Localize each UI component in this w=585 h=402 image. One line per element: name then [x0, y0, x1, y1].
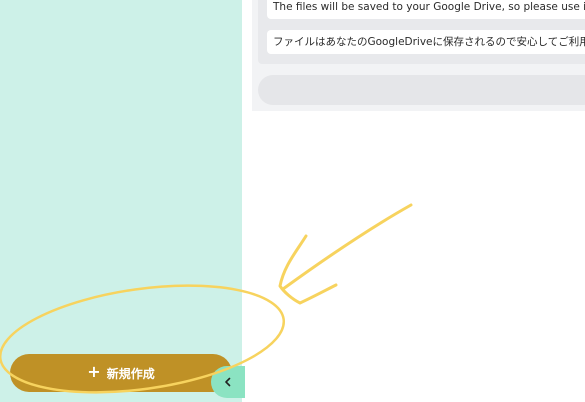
new-create-button[interactable]: + 新規作成	[10, 354, 232, 392]
app-window: + 新規作成 The files will be saved to your G…	[0, 0, 585, 402]
message-text-japanese: ファイルはあなたのGoogleDriveに保存されるので安心してご利用くだ	[267, 30, 585, 54]
chat-input[interactable]	[258, 75, 585, 105]
chevron-left-icon	[225, 377, 231, 387]
collapse-sidebar-button[interactable]	[211, 366, 245, 398]
message-text-english: The files will be saved to your Google D…	[267, 0, 585, 19]
sidebar: + 新規作成	[0, 0, 242, 402]
new-create-button-label: 新規作成	[106, 366, 155, 381]
plus-icon: +	[87, 362, 101, 381]
